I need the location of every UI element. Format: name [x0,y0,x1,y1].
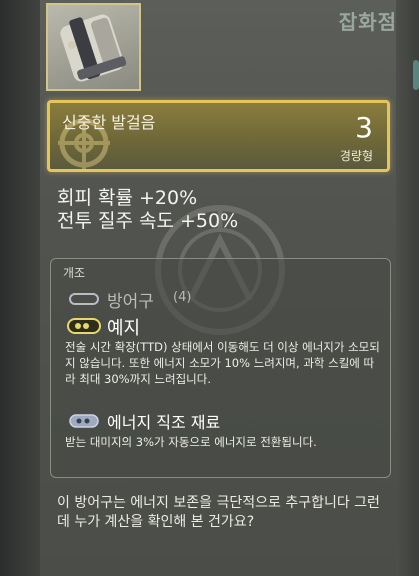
item-count: 3 [355,111,373,144]
store-title: 잡화점 [338,10,397,34]
mod-slot-name: 에너지 직조 재료 [107,413,221,432]
item-type: 경량형 [339,149,373,163]
flavor-text: 이 방어구는 에너지 보존을 극단적으로 추구합니다 그런데 누가 계산을 확인… [57,495,380,530]
material-slot-icon [69,414,99,428]
empty-slot-icon [69,293,99,305]
mod-slot-description: 전술 시간 확장(TTD) 상태에서 이동해도 더 이상 에너지가 소모되지 않… [65,340,380,386]
mod-slot-description: 받는 대미지의 3%가 자동으로 에너지로 전환됩니다. [65,435,317,449]
mod-slot-name: 방어구 [107,292,154,312]
chest-armor-icon [60,14,127,82]
background-glow [413,60,419,90]
mods-title: 개조 [63,266,86,280]
item-header: 신중한 발걸음 3 경량형 [47,100,390,172]
mod-slot-name: 예지 [107,318,141,339]
mod-slot-count: (4) [173,290,192,305]
background-left [0,0,40,576]
item-thumbnail[interactable] [46,3,141,91]
item-name: 신중한 발걸음 [62,113,156,132]
perk-slot-icon [67,318,101,334]
mods-panel: 개조 방어구 (4) 예지 전술 시간 확장(TTD) 상태에서 이동해도 더 … [50,258,391,478]
